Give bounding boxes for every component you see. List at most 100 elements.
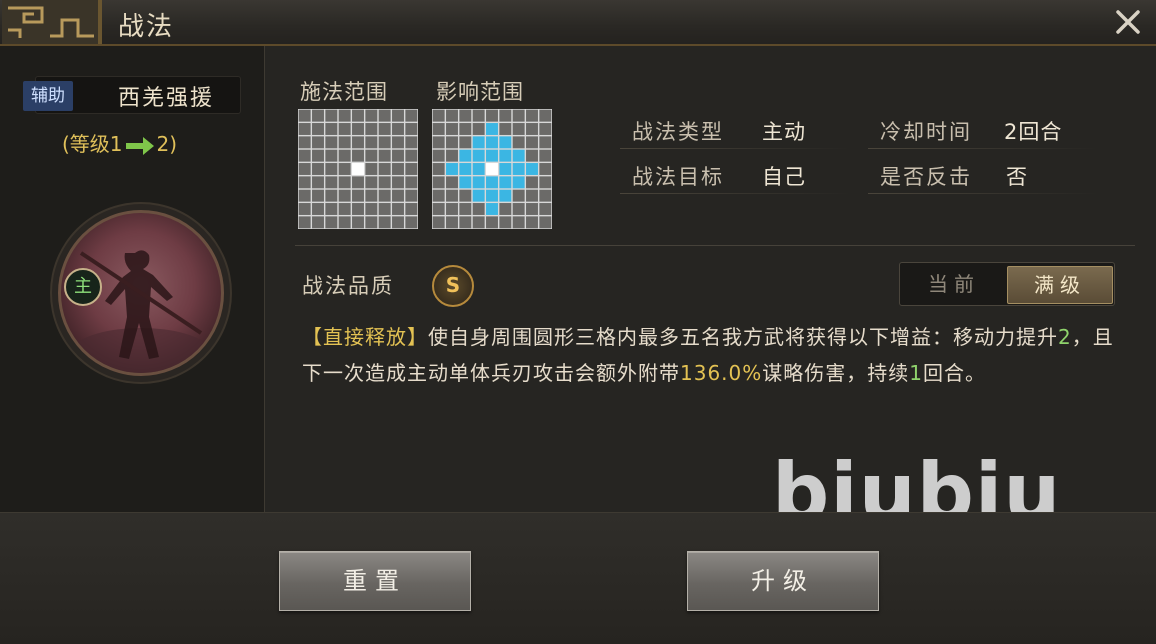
toggle-max-button[interactable]: 满级 (1007, 266, 1113, 304)
grid-cell (325, 176, 338, 189)
action-bar (0, 512, 1156, 644)
grid-cell (446, 203, 458, 215)
grid-cell (486, 216, 498, 229)
grid-cell (499, 136, 512, 149)
grid-cell (352, 163, 364, 175)
grid-cell (325, 123, 338, 135)
grid-cell (526, 109, 538, 122)
grid-cell (432, 163, 445, 175)
ornament-icon (2, 0, 102, 44)
grid-cell (312, 189, 324, 202)
grid-cell (298, 176, 311, 189)
grid-cell (365, 216, 378, 229)
skill-name: 西羌强援 (118, 86, 215, 111)
grid-cell (298, 136, 311, 149)
grid-cell (352, 176, 364, 189)
grid-cell (338, 109, 351, 122)
divider (868, 193, 1098, 194)
desc-tag: 【直接释放】 (302, 325, 428, 349)
grid-cell (352, 136, 364, 149)
grid-cell (512, 189, 525, 202)
reset-button[interactable]: 重置 (279, 551, 471, 611)
grid-cell (405, 109, 418, 122)
grid-cell (526, 149, 538, 162)
grid-cell (472, 189, 485, 202)
grid-cell (352, 189, 364, 202)
grid-cell (459, 203, 472, 215)
grid-cell (499, 123, 512, 135)
grid-cell (325, 216, 338, 229)
grid-cell (365, 109, 378, 122)
upgrade-button[interactable]: 升级 (687, 551, 879, 611)
grid-cell (365, 163, 378, 175)
grid-cell (486, 176, 498, 189)
desc-part: 使自身周围圆形三格内最多五名我方武将获得以下增益：移动力提升 (428, 325, 1058, 349)
grid-cell (512, 176, 525, 189)
grid-cell (526, 163, 538, 175)
attr-value-type: 主动 (762, 120, 806, 144)
grid-cell (378, 163, 391, 175)
attr-label-type: 战法类型 (632, 120, 724, 144)
grid-cell (459, 189, 472, 202)
grid-cell (446, 123, 458, 135)
grid-cell (338, 123, 351, 135)
grid-cell (392, 189, 404, 202)
grid-cell (352, 123, 364, 135)
grid-cell (499, 163, 512, 175)
desc-value: 1 (909, 361, 923, 385)
grid-cell (539, 163, 552, 175)
grid-cell (539, 203, 552, 215)
grid-cell (526, 123, 538, 135)
main-skill-badge: 主 (64, 268, 102, 306)
grid-cell (405, 149, 418, 162)
grid-cell (365, 123, 378, 135)
grid-cell (499, 203, 512, 215)
grid-cell (526, 216, 538, 229)
quality-grade-badge: S (432, 265, 474, 307)
grid-cell (312, 109, 324, 122)
grid-cell (459, 149, 472, 162)
affect-range-label: 影响范围 (436, 80, 524, 104)
grid-cell (312, 149, 324, 162)
grid-cell (472, 176, 485, 189)
grid-cell (392, 203, 404, 215)
attr-value-counter: 否 (1006, 165, 1028, 189)
grid-cell (298, 203, 311, 215)
grid-cell (512, 123, 525, 135)
grid-cell (298, 109, 311, 122)
grid-cell (539, 136, 552, 149)
grid-cell (512, 163, 525, 175)
grid-cell (499, 176, 512, 189)
grid-cell (365, 149, 378, 162)
grid-cell (432, 216, 445, 229)
grid-cell (472, 203, 485, 215)
grid-cell (472, 109, 485, 122)
grid-cell (312, 216, 324, 229)
grid-cell (539, 176, 552, 189)
grid-cell (432, 123, 445, 135)
grid-cell (312, 203, 324, 215)
level-to: 2) (156, 132, 178, 156)
grid-cell (539, 123, 552, 135)
grid-cell (446, 163, 458, 175)
grid-cell (325, 109, 338, 122)
skill-dialog: 战法 辅助 西羌强援 (等级1 2) 主 施法范围 影响范围 战法类型 主动 冷却… (0, 0, 1156, 644)
toggle-current-button[interactable]: 当前 (902, 266, 1006, 302)
grid-cell (378, 136, 391, 149)
close-icon[interactable] (1110, 4, 1146, 40)
grid-cell (405, 176, 418, 189)
level-from: (等级1 (62, 132, 123, 156)
grid-cell (526, 176, 538, 189)
grid-cell (378, 203, 391, 215)
grid-cell (512, 109, 525, 122)
grid-cell (446, 149, 458, 162)
grid-cell (472, 216, 485, 229)
desc-value: 2 (1058, 325, 1072, 349)
grid-cell (486, 109, 498, 122)
divider (620, 148, 850, 149)
grid-cell (405, 189, 418, 202)
grid-cell (312, 163, 324, 175)
grid-cell (499, 216, 512, 229)
grid-cell (298, 216, 311, 229)
grid-cell (512, 203, 525, 215)
